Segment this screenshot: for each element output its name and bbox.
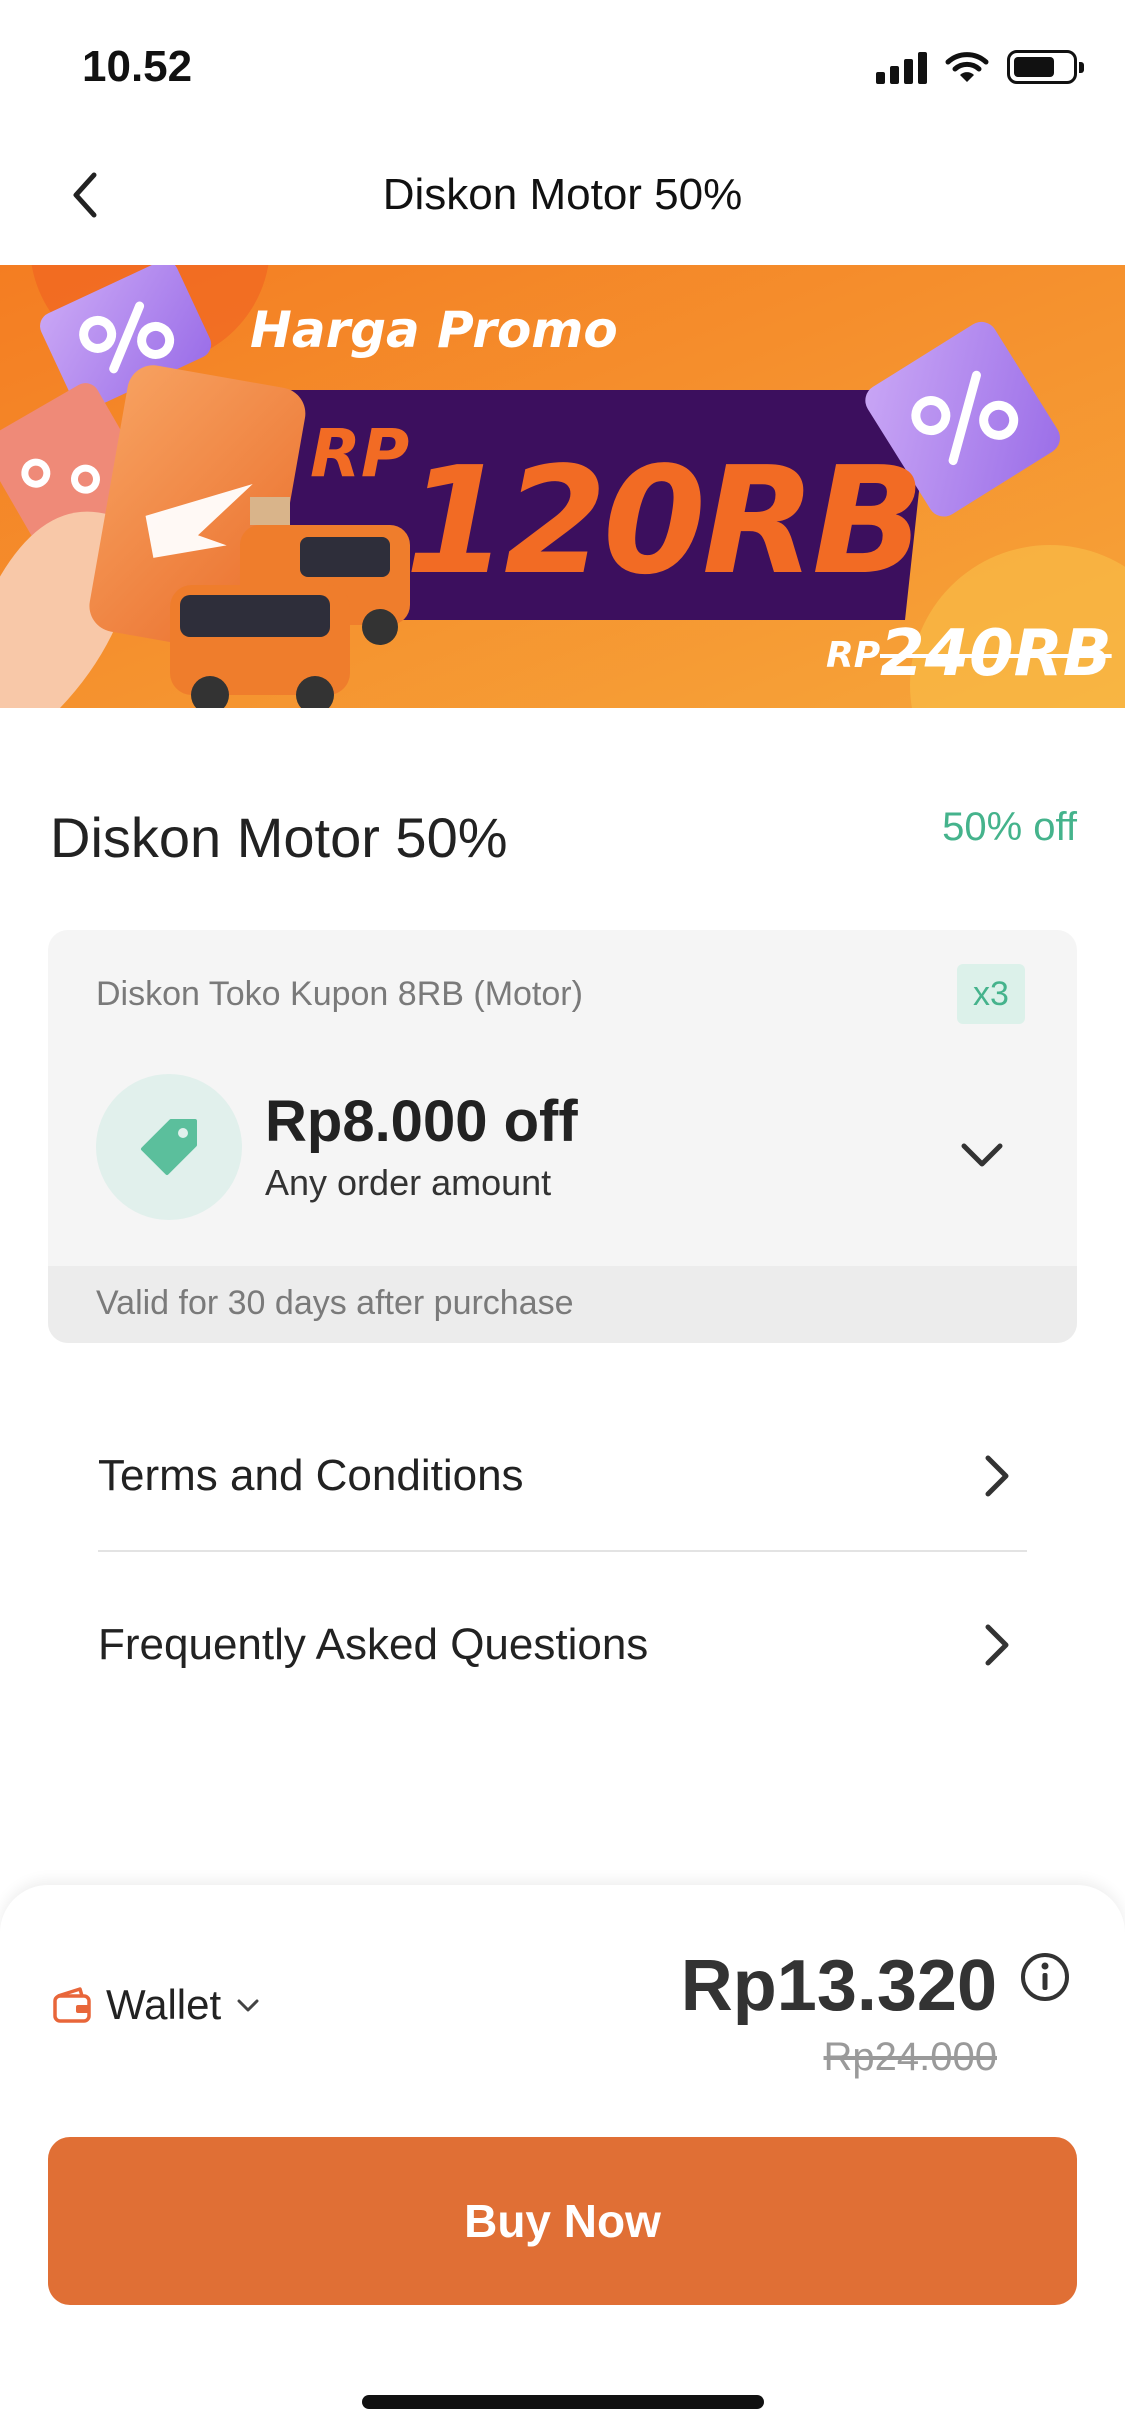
battery-icon bbox=[1007, 50, 1084, 84]
nav-bar: Diskon Motor 50% bbox=[0, 130, 1125, 265]
status-icons bbox=[876, 50, 1084, 84]
price-info-button[interactable] bbox=[1017, 1949, 1073, 2005]
original-price: Rp24.000 bbox=[823, 2035, 997, 2079]
signal-icon bbox=[876, 50, 927, 84]
page: 10.52 Diskon Motor 50% Harga Promo RP 12… bbox=[0, 0, 1125, 2436]
status-time: 10.52 bbox=[82, 42, 193, 91]
discount-badge: 50% off bbox=[942, 805, 1077, 849]
voucher-expand-button[interactable] bbox=[947, 1120, 1017, 1190]
chevron-down-icon bbox=[237, 1999, 259, 2012]
home-indicator bbox=[362, 2395, 764, 2409]
voucher-name: Diskon Toko Kupon 8RB (Motor) bbox=[96, 975, 583, 1013]
chevron-right-icon bbox=[977, 1451, 1017, 1501]
voucher-validity: Valid for 30 days after purchase bbox=[96, 1284, 574, 1322]
terms-label: Terms and Conditions bbox=[98, 1451, 524, 1500]
original-price-banner: 240RB bbox=[880, 617, 1112, 691]
tag-icon bbox=[141, 1119, 197, 1175]
payment-method-selector[interactable]: Wallet bbox=[52, 1965, 261, 2045]
faq-label: Frequently Asked Questions bbox=[98, 1620, 649, 1669]
buy-now-button[interactable]: Buy Now bbox=[48, 2137, 1077, 2305]
voucher-quantity-badge: x3 bbox=[957, 964, 1025, 1024]
voucher-footer: Valid for 30 days after purchase bbox=[48, 1266, 1077, 1343]
voucher-amount: Rp8.000 off bbox=[265, 1089, 578, 1154]
promo-price: 120RB bbox=[405, 435, 925, 607]
status-bar: 10.52 bbox=[0, 0, 1125, 130]
total-price: Rp13.320 bbox=[680, 1946, 997, 2026]
voucher-icon-circle bbox=[96, 1074, 242, 1220]
checkout-sheet: Wallet Rp13.320 Rp24.000 Buy Now bbox=[0, 1885, 1125, 2436]
product-title: Diskon Motor 50% bbox=[50, 806, 508, 869]
faq-link[interactable]: Frequently Asked Questions bbox=[98, 1570, 1027, 1720]
wallet-icon bbox=[53, 1987, 91, 2023]
wifi-icon bbox=[945, 52, 989, 82]
chevron-right-icon bbox=[977, 1620, 1017, 1670]
page-title: Diskon Motor 50% bbox=[382, 170, 743, 219]
voucher-condition: Any order amount bbox=[265, 1162, 552, 1203]
terms-and-conditions-link[interactable]: Terms and Conditions bbox=[98, 1402, 1027, 1552]
promo-banner: Harga Promo RP 120RB RP 240RB bbox=[0, 265, 1125, 708]
info-icon bbox=[1021, 1953, 1069, 2001]
promo-currency: RP bbox=[310, 415, 410, 492]
voucher-card: Diskon Toko Kupon 8RB (Motor) x3 Rp8.000… bbox=[48, 930, 1077, 1343]
payment-method-label: Wallet bbox=[106, 1981, 222, 2028]
original-currency: RP bbox=[826, 635, 881, 676]
promo-label: Harga Promo bbox=[250, 301, 618, 359]
chevron-down-icon bbox=[961, 1143, 1003, 1167]
